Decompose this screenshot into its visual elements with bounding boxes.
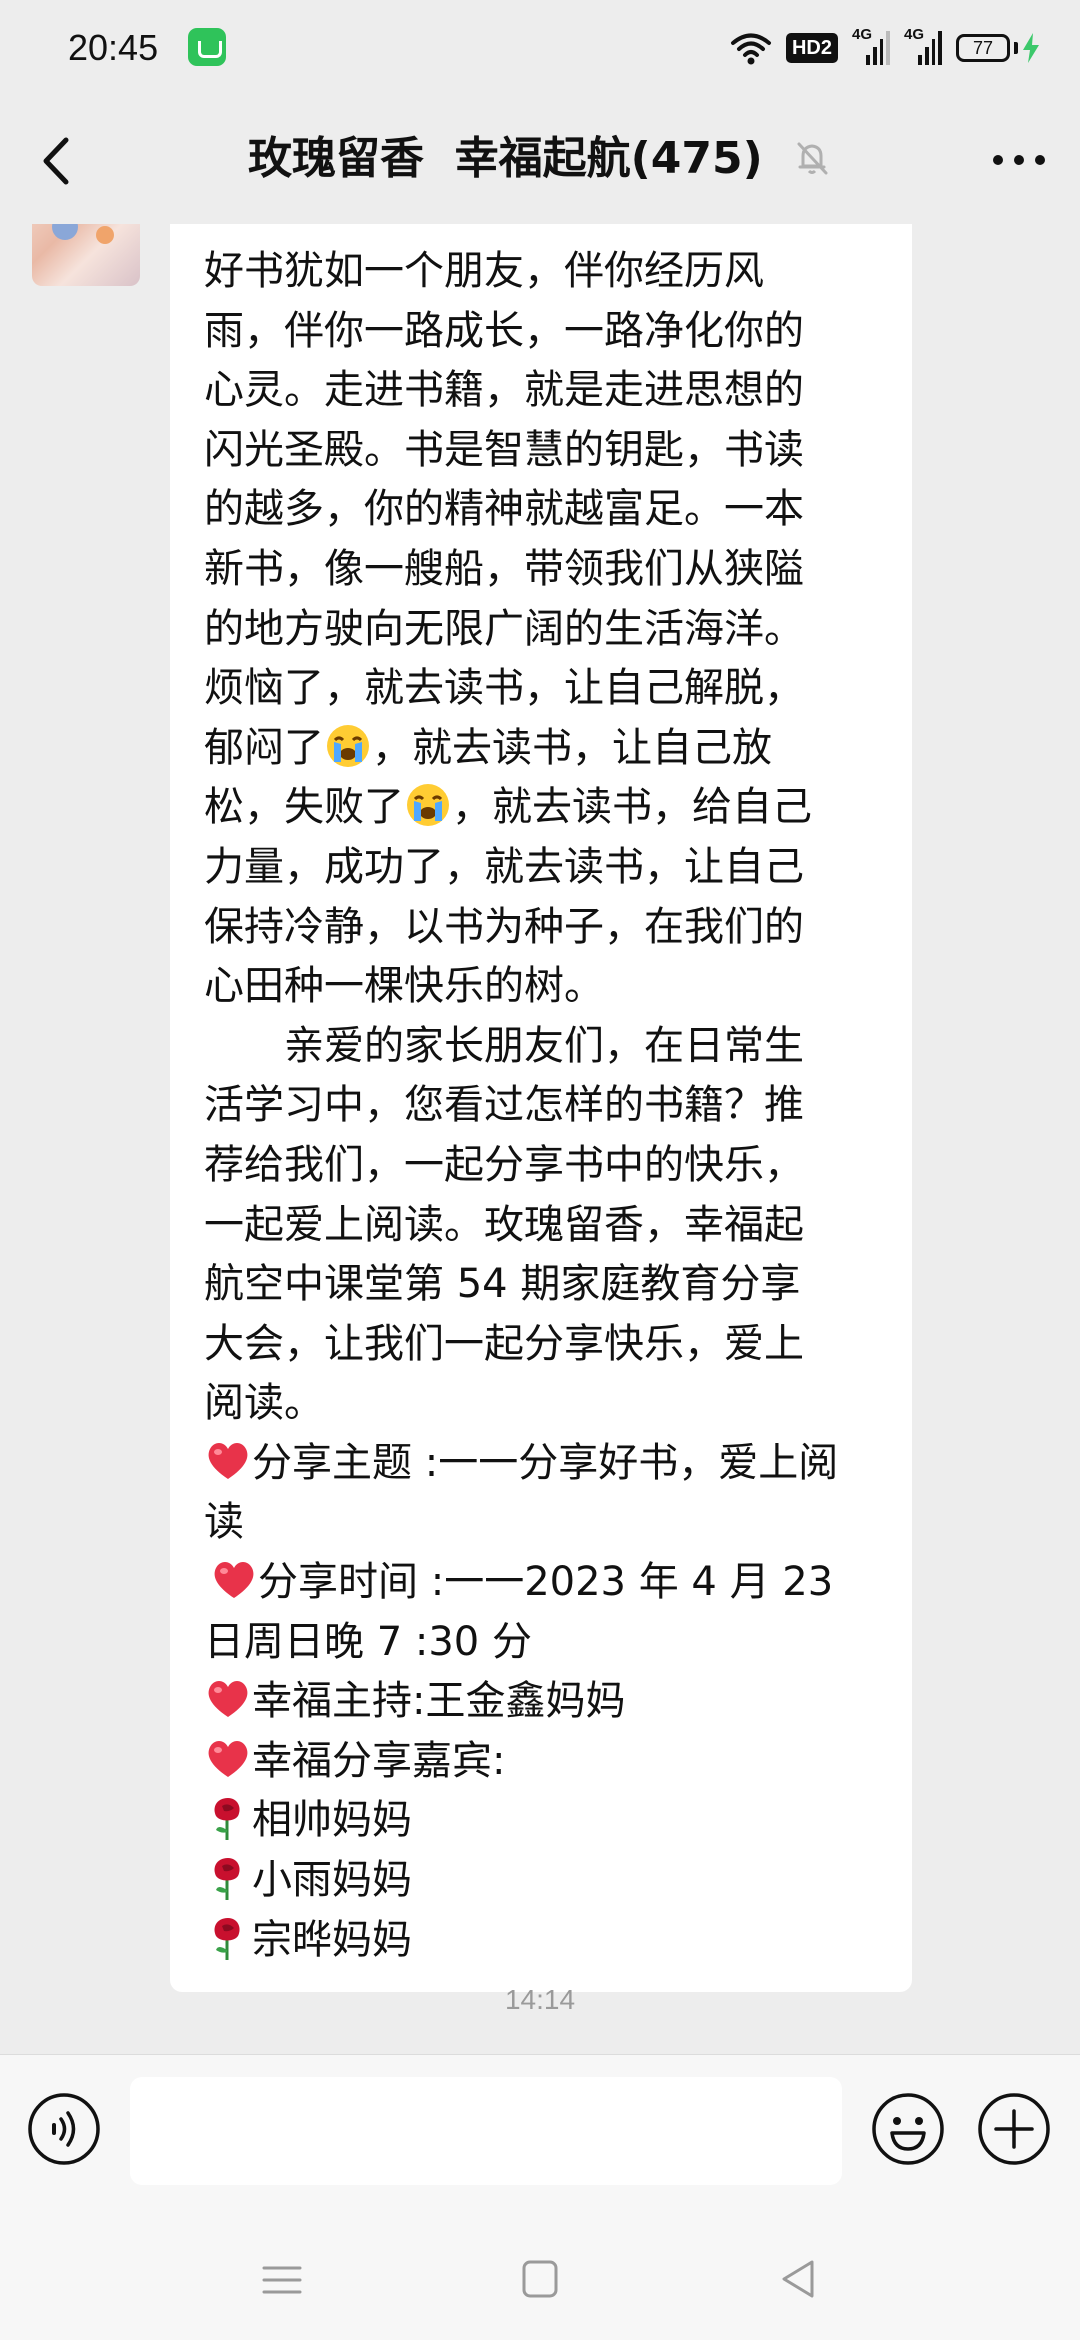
guest-name: 小雨妈妈 (252, 1857, 412, 1904)
back-triangle-icon[interactable] (778, 2258, 818, 2300)
message-text: 幸福分享嘉宾: (252, 1737, 506, 1784)
guest-name: 宗晔妈妈 (252, 1916, 412, 1963)
message-line: 的越多，你的精神就越富足。一本 (204, 486, 804, 533)
app-notification-icon (188, 28, 226, 66)
message-line: 分享主题 :一一分享好书，爱上阅 (204, 1434, 880, 1494)
message-line: 日周日晚 7 :30 分 (204, 1618, 532, 1665)
message-text: ，就去读书，让自己放 (372, 724, 772, 771)
message-line: 荐给我们，一起分享书中的快乐， (204, 1141, 804, 1188)
hd-badge: HD2 (785, 33, 838, 63)
message-line: 幸福主持:王金鑫妈妈 (204, 1672, 880, 1732)
charging-icon (1023, 33, 1039, 63)
signal-icon-1: 4G (852, 27, 890, 65)
message-line: 活学习中，您看过怎样的书籍？推 (204, 1082, 804, 1129)
chat-title: 玫瑰留香 幸福起航(475) (247, 133, 763, 184)
chat-area[interactable]: 好书犹如一个朋友，伴你经历风 雨，伴你一路成长，一路净化你的 心灵。走进书籍，就… (0, 224, 1080, 2054)
network-type-2: 4G (904, 26, 925, 43)
more-icon[interactable] (984, 132, 1054, 188)
battery-icon: 77 (956, 33, 1040, 63)
message-text: 松，失败了 (204, 784, 404, 831)
rose-emoji (214, 1858, 240, 1901)
message-text: 分享时间 :一一2023 年 4 月 23 (258, 1559, 834, 1606)
message-line: 分享时间 :一一2023 年 4 月 23 (204, 1553, 880, 1613)
message-line: 松，失败了 ，就去读书，给自己 (204, 778, 880, 838)
message-line: 雨，伴你一路成长，一路净化你的 (204, 307, 804, 354)
battery-level: 77 (956, 34, 1010, 62)
input-bar (0, 2054, 1080, 2217)
message-line: 小雨妈妈 (204, 1851, 880, 1911)
recent-apps-icon[interactable] (262, 2260, 302, 2300)
voice-input-icon[interactable] (26, 2091, 102, 2167)
message-line: 力量，成功了，就去读书，让自己 (204, 843, 804, 890)
message-text: 郁闷了 (204, 724, 324, 771)
message-line: 保持冷静，以书为种子，在我们的 (204, 903, 804, 950)
emoji-picker-icon[interactable] (870, 2091, 946, 2167)
message-line: 好书犹如一个朋友，伴你经历风 (204, 248, 764, 294)
status-icons: HD2 4G 4G 77 (730, 24, 1040, 72)
message-line: 心灵。走进书籍，就是走进思想的 (204, 367, 804, 414)
message-line: 航空中课堂第 54 期家庭教育分享 (204, 1261, 801, 1308)
message-text: ，就去读书，给自己 (452, 784, 812, 831)
signal-icon-2: 4G (904, 27, 942, 65)
message-line: 大会，让我们一起分享快乐，爱上 (204, 1320, 804, 1367)
red-heart-emoji (208, 1740, 248, 1777)
message-text: 分享主题 :一一分享好书，爱上阅 (252, 1439, 839, 1486)
rose-emoji (214, 1917, 240, 1960)
message-input[interactable] (130, 2077, 842, 2185)
message-line: 新书，像一艘船，带领我们从狭隘 (204, 545, 804, 592)
message-bubble[interactable]: 好书犹如一个朋友，伴你经历风 雨，伴你一路成长，一路净化你的 心灵。走进书籍，就… (170, 224, 912, 1993)
rose-emoji (214, 1798, 240, 1841)
chat-title-wrap: 玫瑰留香 幸福起航(475) (0, 128, 1080, 190)
message-line: 宗晔妈妈 (204, 1911, 880, 1971)
message-line: 读 (204, 1499, 244, 1546)
status-bar: 20:45 HD2 4G 4G 77 (0, 0, 1080, 96)
message-line: 相帅妈妈 (204, 1791, 880, 1851)
mute-bell-icon (797, 142, 828, 175)
message-timestamp: 14:14 (504, 1984, 576, 2015)
message-text: 幸福主持:王金鑫妈妈 (252, 1678, 626, 1725)
message-line: 的地方驶向无限广阔的生活海洋。 (204, 605, 804, 652)
guest-name: 相帅妈妈 (252, 1797, 412, 1844)
red-heart-emoji (208, 1681, 248, 1718)
red-heart-emoji (208, 1442, 248, 1479)
message-line: 阅读。 (204, 1380, 324, 1427)
message-line: 幸福分享嘉宾: (204, 1732, 880, 1792)
message-line: 烦恼了，就去读书，让自己解脱， (204, 665, 804, 712)
network-type-1: 4G (852, 26, 873, 43)
message-line: 闪光圣殿。书是智慧的钥匙，书读 (204, 426, 804, 473)
message-line: 一起爱上阅读。玫瑰留香，幸福起 (204, 1201, 804, 1248)
message-line: 郁闷了 ，就去读书，让自己放 (204, 719, 880, 779)
add-attachment-icon[interactable] (976, 2091, 1052, 2167)
message-line: 亲爱的家长朋友们，在日常生 (284, 1022, 804, 1069)
home-icon[interactable] (520, 2258, 560, 2300)
status-time: 20:45 (68, 27, 159, 68)
message-line: 心田种一棵快乐的树。 (204, 963, 604, 1010)
chat-header: 玫瑰留香 幸福起航(475) (0, 96, 1080, 224)
crying-face-emoji (327, 724, 369, 767)
red-heart-emoji (214, 1562, 254, 1599)
crying-face-emoji (407, 784, 449, 827)
system-navigation-bar (0, 2216, 1080, 2340)
wifi-icon (730, 33, 771, 65)
sender-avatar[interactable] (32, 224, 140, 286)
